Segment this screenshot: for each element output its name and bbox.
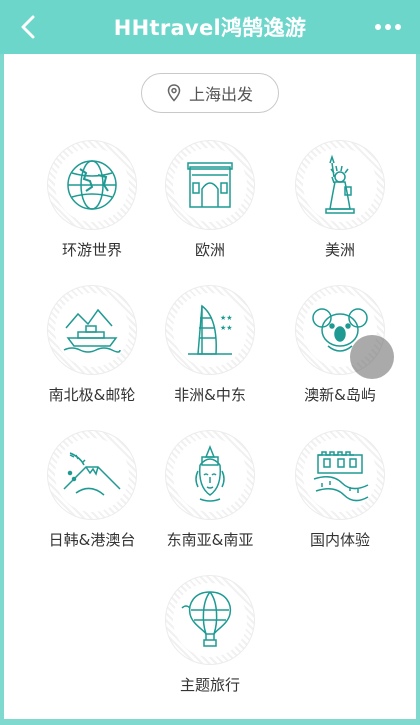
- category-icon-frame: [47, 285, 137, 375]
- departure-location-button[interactable]: 上海出发: [141, 73, 279, 113]
- category-icon-frame: [165, 140, 255, 230]
- header-bar: HHtravel鸿鹄逸游: [0, 0, 420, 54]
- page-title: HHtravel鸿鹄逸游: [113, 16, 307, 40]
- category-japan-korea-hk-macau-tw[interactable]: 日韩&港澳台: [27, 430, 157, 560]
- svg-text:★★: ★★: [220, 314, 233, 322]
- buddha-head-icon: [195, 444, 225, 502]
- category-label: 欧洲: [194, 241, 225, 259]
- departure-location-label: 上海出发: [188, 85, 253, 104]
- frame-right: [416, 0, 420, 725]
- back-button[interactable]: [8, 7, 48, 47]
- category-icon-frame: [47, 430, 137, 520]
- category-world-tour[interactable]: 环游世界: [27, 140, 157, 270]
- category-icon-frame: [165, 430, 255, 520]
- category-americas[interactable]: 美洲: [275, 140, 405, 270]
- mount-fuji-icon: [63, 452, 121, 496]
- category-europe[interactable]: 欧洲: [145, 140, 275, 270]
- category-label: 美洲: [324, 241, 355, 259]
- statue-of-liberty-icon: [325, 154, 355, 214]
- more-dot-icon: [385, 24, 391, 30]
- frame-left: [0, 0, 4, 725]
- category-africa-middle-east[interactable]: ★★ ★★ 非洲&中东: [145, 285, 275, 415]
- category-polar-cruise[interactable]: 南北极&邮轮: [27, 285, 157, 415]
- category-domestic-experience[interactable]: 国内体验: [275, 430, 405, 560]
- hot-air-balloon-icon: [181, 591, 232, 647]
- more-options-button[interactable]: [366, 7, 410, 47]
- category-label: 环游世界: [61, 241, 122, 259]
- category-icon-frame: [47, 140, 137, 230]
- chevron-left-icon: [21, 15, 35, 39]
- floating-touch-button[interactable]: [350, 335, 394, 379]
- location-pin-icon: [167, 84, 181, 102]
- category-icon-frame: ★★ ★★: [165, 285, 255, 375]
- category-southeast-south-asia[interactable]: 东南亚&南亚: [145, 430, 275, 560]
- category-label: 南北极&邮轮: [48, 386, 136, 404]
- category-label: 主题旅行: [179, 676, 240, 694]
- arc-de-triomphe-icon: [187, 162, 233, 208]
- great-wall-icon: [313, 451, 369, 502]
- category-icon-frame: [295, 430, 385, 520]
- svg-text:★★: ★★: [220, 324, 233, 332]
- category-label: 澳新&岛屿: [304, 386, 376, 404]
- category-label: 非洲&中东: [174, 386, 246, 404]
- category-label: 日韩&港澳台: [48, 531, 136, 549]
- burj-al-arab-icon: ★★ ★★: [188, 304, 233, 355]
- cruise-ship-icon: [63, 308, 121, 353]
- category-icon-frame: [295, 140, 385, 230]
- frame-bottom: [0, 719, 420, 725]
- category-icon-frame: [165, 575, 255, 665]
- category-label: 国内体验: [309, 531, 370, 549]
- category-label: 东南亚&南亚: [166, 531, 254, 549]
- more-dot-icon: [375, 24, 381, 30]
- more-dot-icon: [395, 24, 401, 30]
- category-themed-travel[interactable]: 主题旅行: [145, 575, 275, 705]
- globe-icon: [67, 160, 117, 210]
